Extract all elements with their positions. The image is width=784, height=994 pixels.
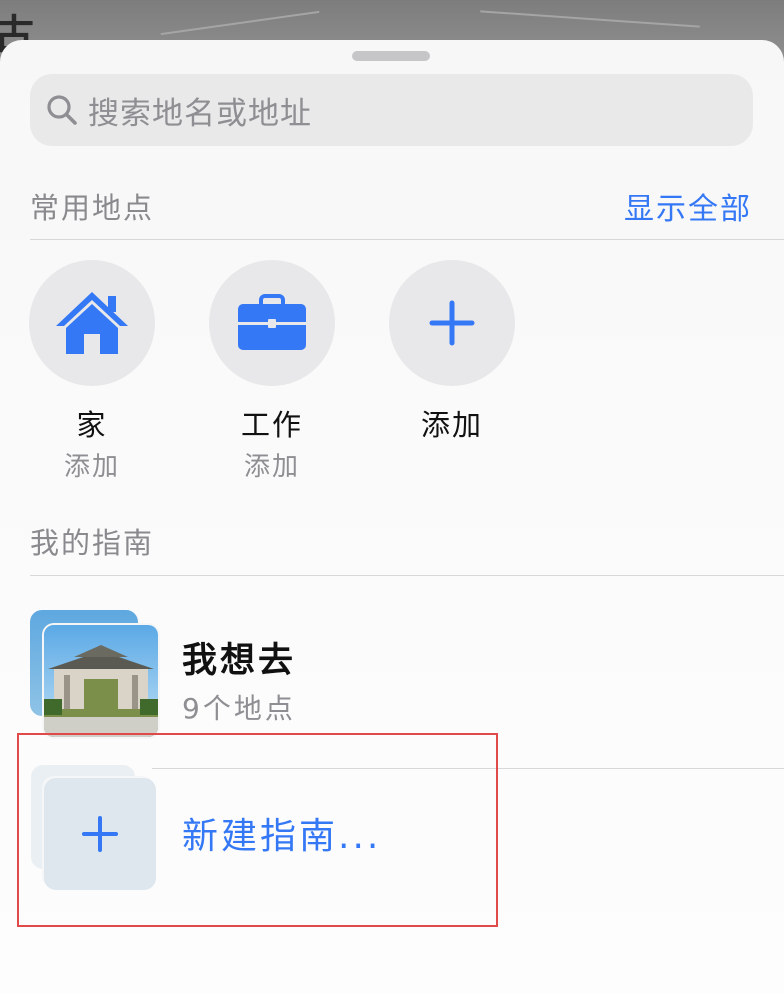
favorite-add-name: 添加 <box>420 408 483 442</box>
favorite-home-sub: 添加 <box>63 452 120 482</box>
favorite-work[interactable]: 工作 添加 <box>209 260 335 483</box>
favorite-home-circle[interactable] <box>29 260 155 386</box>
favorite-work-sub: 添加 <box>243 452 300 482</box>
new-guide-button[interactable]: 新建指南... <box>17 733 498 927</box>
house-icon <box>56 292 128 354</box>
plus-icon <box>82 816 118 852</box>
briefcase-icon <box>238 294 306 350</box>
search-bar[interactable]: 搜索地名或地址 <box>30 74 753 146</box>
guide-item[interactable]: 我想去 9个地点 <box>30 568 784 739</box>
map-road <box>160 10 320 36</box>
favorites-header: 常用地点 显示全部 <box>30 180 784 232</box>
favorite-add-circle[interactable] <box>389 260 515 386</box>
search-placeholder: 搜索地名或地址 <box>88 95 312 132</box>
guide-thumbnail <box>42 623 160 739</box>
search-icon <box>47 95 77 125</box>
guides-header: 我的指南 <box>30 515 784 567</box>
new-guide-label: 新建指南... <box>182 816 382 857</box>
guide-name: 我想去 <box>182 641 297 681</box>
favorites-title: 常用地点 <box>30 191 155 225</box>
guide-count: 9个地点 <box>182 692 296 725</box>
guide-photo <box>44 625 158 737</box>
favorite-work-circle[interactable] <box>209 260 335 386</box>
show-all-link[interactable]: 显示全部 <box>624 184 752 228</box>
guide-text: 我想去 9个地点 <box>182 632 296 727</box>
plus-icon <box>429 300 475 346</box>
new-guide-tile <box>44 778 156 890</box>
map-road <box>480 10 700 28</box>
guides-title: 我的指南 <box>30 526 155 560</box>
favorite-work-name: 工作 <box>240 408 303 442</box>
favorite-home[interactable]: 家 添加 <box>29 260 155 483</box>
favorite-home-name: 家 <box>76 408 108 442</box>
divider <box>30 239 784 240</box>
favorite-add[interactable]: 添加 <box>389 260 515 444</box>
sheet-grabber[interactable] <box>352 51 430 61</box>
